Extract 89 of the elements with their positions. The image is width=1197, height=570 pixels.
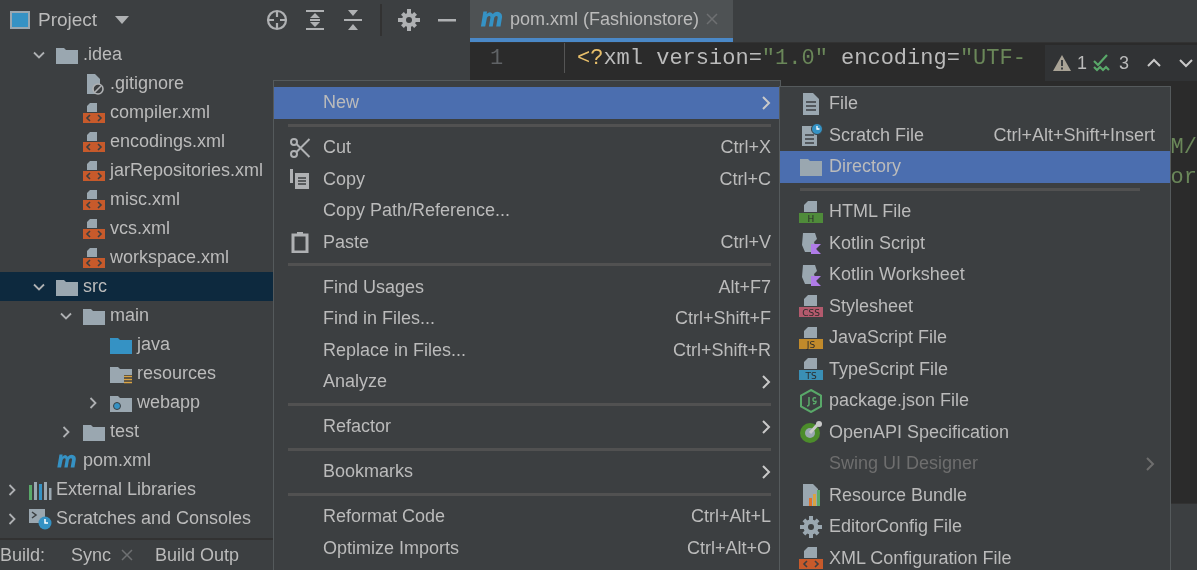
tree-item[interactable]: webapp [137, 392, 201, 413]
gear-icon [799, 514, 823, 539]
line-number: 1 [490, 45, 504, 71]
tree-item[interactable]: Scratches and Consoles [56, 508, 252, 529]
xml-file-icon [82, 188, 106, 211]
menu-item[interactable]: Kotlin Worksheet [780, 259, 1170, 291]
menu-item[interactable]: Kotlin Script [780, 227, 1170, 259]
shortcut-label: Ctrl+Alt+Shift+Insert [993, 124, 1155, 146]
panel-title[interactable]: Project [38, 9, 98, 31]
tree-item[interactable]: test [110, 421, 139, 442]
menu-item[interactable]: OpenAPI Specification [780, 416, 1170, 448]
xml-file-icon [82, 101, 106, 124]
next-icon[interactable] [1179, 58, 1193, 68]
dropdown-icon[interactable] [115, 16, 130, 24]
tree-item[interactable]: workspace.xml [110, 247, 230, 268]
menu-item[interactable]: Copy Path/Reference... [274, 195, 780, 227]
maven-icon [56, 453, 78, 468]
cut-icon [289, 136, 311, 159]
menu-item[interactable]: Cut Ctrl+X [274, 132, 780, 164]
expand-all-icon[interactable] [304, 9, 326, 31]
copy-icon [289, 168, 311, 191]
editor-tab[interactable]: pom.xml (Fashionstore) [470, 0, 734, 42]
warning-icon [1052, 55, 1071, 71]
menu-item[interactable]: TS TypeScript File [780, 353, 1170, 385]
menu-item[interactable]: Find in Files... Ctrl+Shift+F [274, 303, 780, 335]
crosshair-icon[interactable] [266, 9, 288, 31]
openapi-icon [799, 420, 823, 445]
menu-item[interactable]: Refactor [274, 411, 780, 443]
xml-file-icon [82, 246, 106, 269]
shortcut-label: Ctrl+Alt+O [686, 537, 771, 559]
tree-item[interactable]: .idea [83, 44, 123, 65]
collapse-all-icon[interactable] [342, 9, 364, 31]
build-tab[interactable]: Build Outp [155, 544, 240, 566]
menu-item[interactable]: package.json File [780, 385, 1170, 417]
menu-item[interactable]: JS JavaScript File [780, 322, 1170, 354]
menu-item[interactable]: H HTML File [780, 196, 1170, 228]
maven-icon [480, 11, 504, 27]
previous-icon[interactable] [1147, 58, 1161, 68]
kotlin-file-icon [799, 231, 823, 256]
code-fragment: or [1170, 164, 1197, 192]
menu-item[interactable]: XML Configuration File [780, 542, 1170, 570]
tree-item[interactable]: misc.xml [110, 189, 180, 210]
kotlin-file-icon [799, 262, 823, 287]
scratch-file-icon [799, 123, 823, 148]
inspection-widget[interactable]: 1 3 [1044, 45, 1197, 81]
tree-item[interactable]: jarRepositories.xml [110, 160, 264, 181]
menu-item[interactable]: Replace in Files... Ctrl+Shift+R [274, 334, 780, 366]
menu-item[interactable]: File [780, 88, 1170, 120]
xml-file-icon [82, 217, 106, 240]
tree-item[interactable]: .gitignore [110, 73, 185, 94]
build-label: Build: [0, 544, 46, 566]
menu-item[interactable]: Paste Ctrl+V [274, 226, 780, 258]
menu-item[interactable]: Copy Ctrl+C [274, 163, 780, 195]
tree-item[interactable]: java [137, 334, 171, 355]
tree-item[interactable]: src [83, 276, 107, 297]
tree-item[interactable]: vcs.xml [110, 218, 170, 239]
menu-item[interactable]: EditorConfig File [780, 511, 1170, 543]
code-fragment: M/ [1170, 134, 1197, 162]
tree-item[interactable]: compiler.xml [110, 102, 211, 123]
paste-icon [289, 231, 311, 254]
tree-item[interactable]: External Libraries [56, 479, 197, 500]
settings-icon[interactable] [398, 9, 420, 31]
shortcut-label: Ctrl+Alt+L [690, 506, 771, 528]
build-tab[interactable]: Sync [71, 544, 112, 566]
window-icon [10, 11, 30, 29]
menu-item[interactable]: CSS Stylesheet [780, 290, 1170, 322]
shortcut-label: Ctrl+Shift+F [674, 308, 771, 330]
tree-item[interactable]: encodings.xml [110, 131, 226, 152]
tree-item[interactable]: resources [137, 363, 217, 384]
shortcut-label: Ctrl+C [719, 168, 771, 190]
menu-item[interactable]: Optimize Imports Ctrl+Alt+O [274, 532, 780, 564]
warning-count: 1 [1076, 52, 1087, 74]
xml-file-icon [82, 159, 106, 182]
tree-item[interactable]: main [110, 305, 149, 326]
shortcut-label: Alt+F7 [718, 276, 771, 298]
tree-item[interactable]: pom.xml [83, 450, 151, 471]
scratches-icon [28, 507, 52, 530]
menu-item[interactable]: Scratch File Ctrl+Alt+Shift+Insert [780, 119, 1170, 151]
code-line: <?xml version="1.0" encoding="UTF- [577, 45, 1026, 71]
check-count: 3 [1119, 52, 1129, 74]
menu-item[interactable]: Reformat Code Ctrl+Alt+L [274, 501, 780, 533]
menu-item[interactable]: Analyze [274, 366, 780, 398]
shortcut-label: Ctrl+X [720, 137, 771, 159]
shortcut-label: Ctrl+V [720, 231, 771, 253]
menu-item[interactable]: Bookmarks [274, 456, 780, 488]
shortcut-label: Ctrl+Shift+R [672, 339, 771, 361]
hexagon-icon [799, 388, 823, 413]
menu-item[interactable]: Resource Bundle [780, 479, 1170, 511]
xml-file-icon [82, 130, 106, 153]
